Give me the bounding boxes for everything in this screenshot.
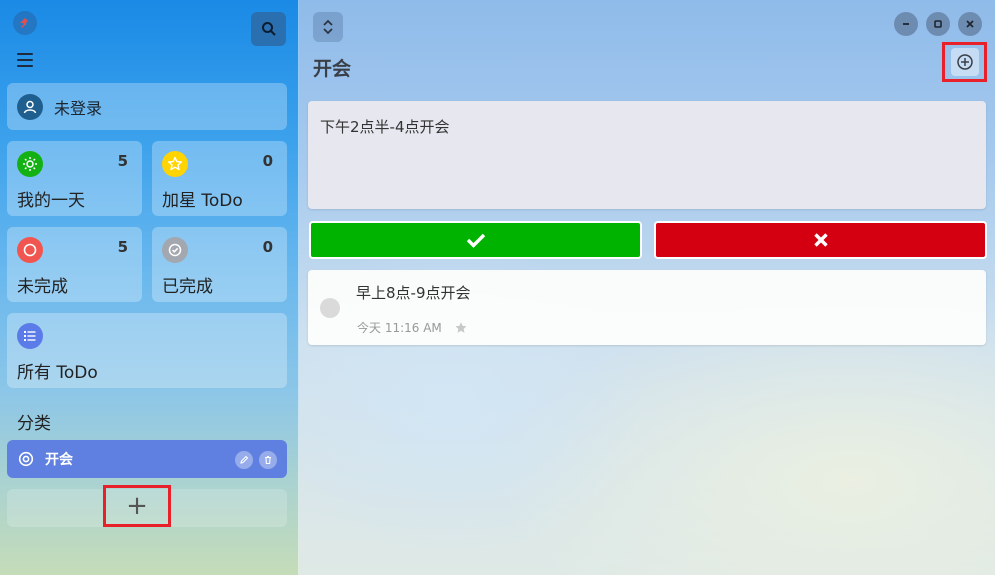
tile-name: 所有 ToDo xyxy=(17,363,98,383)
login-card[interactable]: 未登录 xyxy=(7,83,287,130)
tile-name: 加星 ToDo xyxy=(162,191,243,211)
minimize-icon xyxy=(903,23,909,25)
tile-count: 5 xyxy=(117,238,128,256)
sidebar: 未登录 5 我的一天 0 加星 ToDo 5 未完成 0 已完成 所有 ToDo… xyxy=(0,0,299,575)
add-category-button[interactable]: + xyxy=(103,485,171,527)
plus-icon: + xyxy=(126,491,148,521)
tile-count: 0 xyxy=(262,238,273,256)
tile-my-day[interactable]: 5 我的一天 xyxy=(7,141,142,216)
target-icon xyxy=(18,451,34,467)
close-icon xyxy=(966,20,974,28)
category-label: 开会 xyxy=(45,452,73,468)
category-section-label: 分类 xyxy=(17,414,51,434)
trash-icon[interactable] xyxy=(259,451,277,469)
todo-item[interactable]: 早上8点-9点开会 今天 11:16 AM xyxy=(308,270,986,345)
maximize-icon xyxy=(934,20,942,28)
star-icon xyxy=(162,151,188,177)
tile-completed[interactable]: 0 已完成 xyxy=(152,227,287,302)
tile-name: 未完成 xyxy=(17,277,68,297)
tile-incomplete[interactable]: 5 未完成 xyxy=(7,227,142,302)
page-title: 开会 xyxy=(313,58,352,80)
main-panel: 开会 下午2点半-4点开会 早上8点-9点开会 今天 11:16 AM xyxy=(299,0,995,575)
close-button[interactable] xyxy=(958,12,982,36)
sun-icon xyxy=(17,151,43,177)
sort-toggle-button[interactable] xyxy=(313,12,343,42)
app-window: 未登录 5 我的一天 0 加星 ToDo 5 未完成 0 已完成 所有 ToDo… xyxy=(0,0,995,575)
todo-title: 早上8点-9点开会 xyxy=(356,284,471,302)
maximize-button[interactable] xyxy=(926,12,950,36)
tile-all-todo[interactable]: 所有 ToDo xyxy=(7,313,287,388)
add-todo-button[interactable] xyxy=(942,42,987,82)
tile-count: 5 xyxy=(117,152,128,170)
todo-time: 今天 11:16 AM xyxy=(357,321,442,335)
tile-name: 已完成 xyxy=(162,277,213,297)
cancel-button[interactable] xyxy=(656,223,985,257)
confirm-button[interactable] xyxy=(311,223,640,257)
todo-editor[interactable]: 下午2点半-4点开会 xyxy=(308,101,986,209)
plus-circle-icon xyxy=(956,54,973,70)
edit-icon[interactable] xyxy=(235,451,253,469)
login-label: 未登录 xyxy=(54,98,103,118)
search-button[interactable] xyxy=(251,12,286,46)
circle-icon xyxy=(17,237,43,263)
star-icon[interactable] xyxy=(454,321,468,335)
todo-checkbox[interactable] xyxy=(320,298,340,318)
category-item-meeting[interactable]: 开会 xyxy=(7,440,287,478)
check-icon xyxy=(466,233,485,248)
check-circle-icon xyxy=(162,237,188,263)
hamburger-menu-icon[interactable] xyxy=(17,53,33,67)
user-avatar-icon xyxy=(17,93,43,120)
minimize-button[interactable] xyxy=(894,12,918,36)
search-icon xyxy=(261,22,276,36)
tile-name: 我的一天 xyxy=(17,191,85,211)
tile-count: 0 xyxy=(262,152,273,170)
pin-icon[interactable] xyxy=(13,11,37,35)
close-x-icon xyxy=(813,233,828,247)
list-icon xyxy=(17,323,43,349)
todo-editor-text: 下午2点半-4点开会 xyxy=(320,118,450,136)
chevron-up-down-icon xyxy=(323,19,333,35)
tile-starred[interactable]: 0 加星 ToDo xyxy=(152,141,287,216)
